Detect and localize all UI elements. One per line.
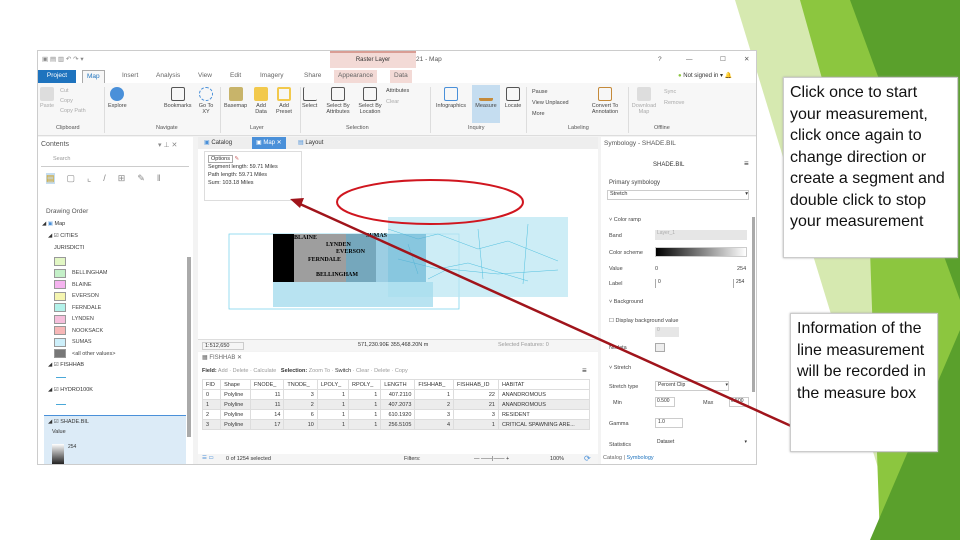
arrow-line [299,202,801,432]
arrowhead-icon [290,198,304,208]
info-callout: Information of the line measurement will… [790,313,938,452]
instruction-callout: Click once to start your measurement, cl… [783,77,958,258]
highlight-ellipse [336,179,524,225]
